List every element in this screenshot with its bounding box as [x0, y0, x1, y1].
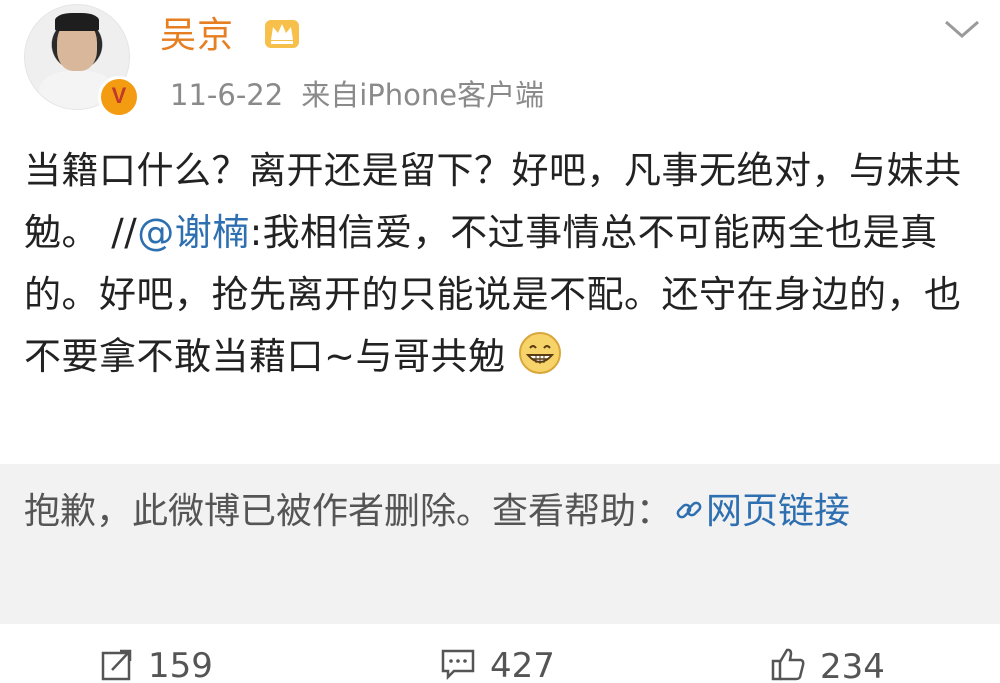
comment-icon — [441, 649, 475, 681]
post-header: V 吴京 11-6-22 来自iPhone客户端 — [0, 0, 1000, 130]
like-count: 234 — [820, 647, 885, 683]
repost-icon — [101, 649, 132, 681]
post-meta: 11-6-22 来自iPhone客户端 — [170, 72, 544, 114]
repost-button[interactable]: 159 — [100, 646, 213, 683]
grin-emoji-icon — [518, 332, 561, 374]
verified-badge-icon: V — [98, 76, 140, 118]
mention-link[interactable]: @谢楠 — [137, 211, 250, 254]
repost-box: 抱歉，此微博已被作者删除。查看帮助： 网页链接 — [0, 464, 1000, 624]
avatar[interactable]: V — [24, 4, 140, 118]
web-link[interactable]: 网页链接 — [706, 491, 850, 532]
crown-icon — [265, 20, 299, 48]
author-name[interactable]: 吴京 — [160, 6, 234, 58]
post-body: 当籍口什么？离开还是留下？好吧，凡事无绝对，与妹共勉。 //@谢楠:我相信爱，不… — [24, 140, 979, 388]
repost-count: 159 — [148, 646, 213, 683]
post-timestamp: 11-6-22 — [170, 78, 284, 112]
like-button[interactable]: 234 — [770, 646, 885, 683]
thumbs-up-icon — [771, 648, 805, 681]
comment-button[interactable]: 427 — [440, 646, 555, 683]
deleted-notice-text: 抱歉，此微博已被作者删除。查看帮助： — [24, 491, 673, 532]
comment-count: 427 — [490, 646, 555, 683]
action-bar: 159 427 234 — [0, 640, 1000, 683]
link-icon — [676, 501, 702, 519]
chevron-down-icon[interactable] — [942, 18, 982, 40]
post-source: 来自iPhone客户端 — [301, 78, 545, 112]
deleted-notice: 抱歉，此微博已被作者删除。查看帮助： 网页链接 — [24, 484, 974, 540]
